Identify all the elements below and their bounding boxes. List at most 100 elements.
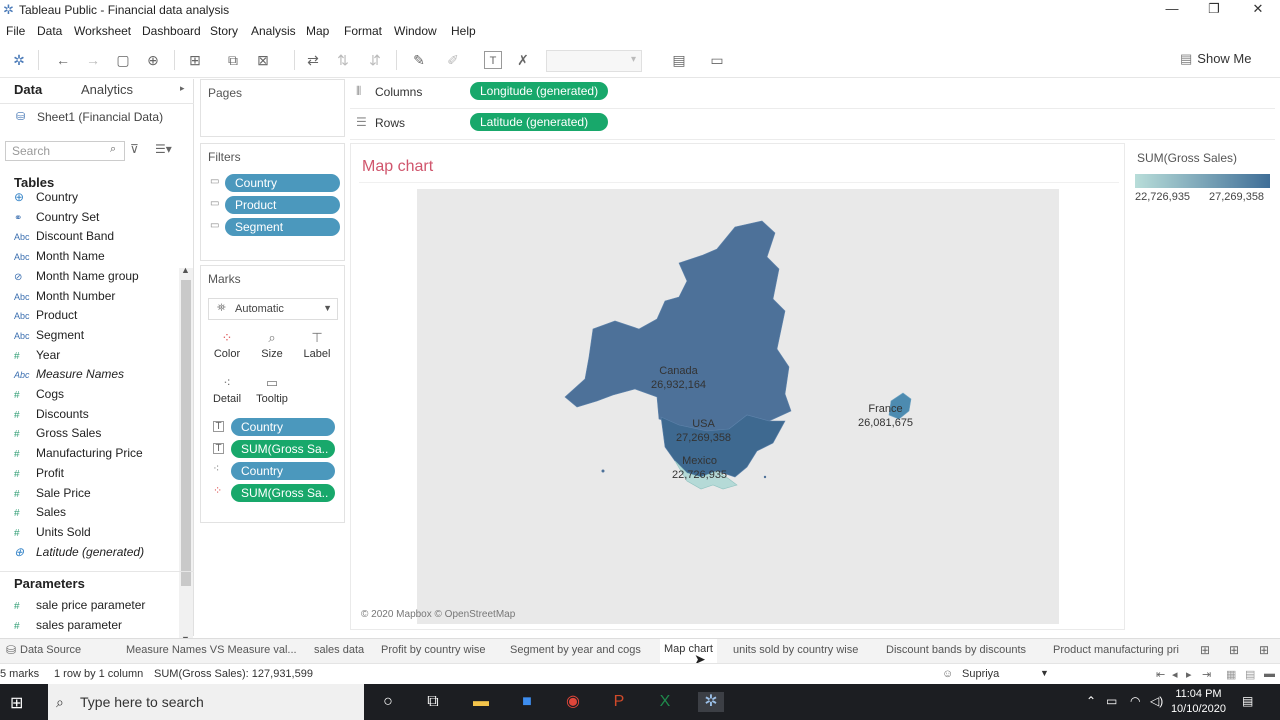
field-item[interactable]: # Cogs — [14, 387, 174, 405]
save-icon[interactable]: ▢ — [114, 51, 132, 69]
columns-shelf[interactable]: ⦀ Columns Longitude (generated) — [350, 79, 1275, 109]
film-strip-icon[interactable]: ▦ — [1226, 668, 1236, 681]
menu-analysis[interactable]: Analysis — [251, 24, 296, 38]
parameter-item[interactable]: # sales parameter — [14, 618, 174, 636]
sheet-sorter-icon[interactable]: ▤ — [1245, 668, 1255, 681]
tooltip-button[interactable]: ▭ Tooltip — [252, 375, 292, 405]
new-datasource-icon[interactable]: ⊕ — [144, 51, 162, 69]
menu-map[interactable]: Map — [306, 24, 329, 38]
zoom-icon[interactable]: ■ — [516, 692, 538, 712]
field-item[interactable]: # Year — [14, 348, 174, 366]
field-item[interactable]: Abc Product — [14, 308, 174, 326]
clock[interactable]: 11:04 PM 10/10/2020 — [1171, 687, 1226, 717]
group-icon[interactable]: ✐ — [444, 51, 462, 69]
map-attribution[interactable]: © 2020 Mapbox © OpenStreetMap — [361, 609, 515, 620]
filter-icon[interactable]: ⊽ — [130, 142, 139, 156]
field-item[interactable]: # Sales — [14, 505, 174, 523]
filters-card[interactable]: Filters ▭ Country ▭ Product ▭ Segment — [200, 143, 345, 261]
sheet-tab[interactable]: Product manufacturing pri — [1053, 644, 1189, 656]
duplicate-icon[interactable]: ⧉ — [224, 51, 242, 69]
new-worksheet-icon[interactable]: ⊞ — [186, 51, 204, 69]
field-item[interactable]: Abc Discount Band — [14, 229, 174, 247]
field-item[interactable]: # Sale Price — [14, 486, 174, 504]
search-input[interactable]: Search — [5, 141, 125, 161]
tableau-home-icon[interactable]: ✲ — [10, 51, 28, 69]
menu-data[interactable]: Data — [37, 24, 62, 38]
field-item[interactable]: Abc Segment — [14, 328, 174, 346]
swap-icon[interactable]: ⇄ — [304, 51, 322, 69]
mark-pill[interactable]: Country — [231, 418, 335, 436]
parameter-item[interactable]: # sale price parameter — [14, 598, 174, 616]
mark-type-dropdown[interactable]: ⛯ Automatic ▼ — [208, 298, 338, 320]
tab-data-source[interactable]: Data Source — [20, 644, 81, 656]
last-sheet-icon[interactable]: ⇥ — [1202, 668, 1211, 681]
new-worksheet-icon[interactable]: ⊞ — [1200, 643, 1210, 657]
rows-shelf[interactable]: ☰ Rows Latitude (generated) — [350, 110, 1275, 140]
field-item[interactable]: # Profit — [14, 466, 174, 484]
first-sheet-icon[interactable]: ⇤ — [1156, 668, 1165, 681]
viz-title[interactable]: Map chart — [362, 158, 433, 176]
menu-worksheet[interactable]: Worksheet — [74, 24, 131, 38]
view-options-icon[interactable]: ☰▾ — [155, 142, 172, 156]
sheet-tab[interactable]: Profit by country wise — [381, 644, 486, 656]
undo-icon[interactable]: ← — [54, 51, 72, 69]
chrome-icon[interactable]: ◉ — [562, 692, 584, 712]
sort-asc-icon[interactable]: ⇅ — [334, 51, 352, 69]
field-item[interactable]: ⊘ Month Name group — [14, 269, 174, 287]
mark-pill[interactable]: SUM(Gross Sa.. — [231, 484, 335, 502]
menu-window[interactable]: Window — [394, 24, 437, 38]
powerpoint-icon[interactable]: P — [608, 692, 630, 712]
field-item[interactable]: ⊕ Country — [14, 190, 174, 208]
field-item[interactable]: # Gross Sales — [14, 426, 174, 444]
wifi-icon[interactable]: ◠ — [1130, 694, 1140, 708]
menu-help[interactable]: Help — [451, 24, 476, 38]
pages-card[interactable]: Pages — [200, 79, 345, 137]
scrollbar-thumb[interactable] — [181, 280, 191, 586]
next-sheet-icon[interactable]: ▸ — [1186, 668, 1192, 681]
sort-desc-icon[interactable]: ⇵ — [366, 51, 384, 69]
menu-file[interactable]: File — [6, 24, 25, 38]
field-item[interactable]: ⊕ Latitude (generated) — [14, 545, 174, 563]
field-item[interactable]: Abc Month Name — [14, 249, 174, 267]
fix-axes-icon[interactable]: ✗ — [514, 51, 532, 69]
highlight-icon[interactable]: ✎ — [410, 51, 428, 69]
presentation-icon[interactable]: ▭ — [708, 51, 726, 69]
tabs-icon[interactable]: ▬ — [1264, 668, 1275, 680]
scrollbar[interactable]: ▲ ▼ — [179, 265, 193, 648]
network-icon[interactable]: ▭ — [1106, 694, 1117, 708]
show-labels-icon[interactable]: T — [484, 51, 502, 69]
sheet-tab[interactable]: sales data — [314, 644, 364, 656]
color-button[interactable]: ⁘ Color — [207, 330, 247, 360]
field-item[interactable]: Abc Month Number — [14, 289, 174, 307]
new-story-icon[interactable]: ⊞ — [1259, 643, 1269, 657]
sheet-tab[interactable]: Discount bands by discounts — [886, 644, 1026, 656]
show-cards-icon[interactable]: ▤ — [670, 51, 688, 69]
field-item[interactable]: # Units Sold — [14, 525, 174, 543]
volume-icon[interactable]: ◁) — [1150, 694, 1163, 708]
show-me-button[interactable]: ▤ Show Me — [1180, 51, 1252, 67]
menu-story[interactable]: Story — [210, 24, 238, 38]
filter-pill-product[interactable]: Product — [225, 196, 340, 214]
tab-data[interactable]: Data — [14, 82, 42, 97]
tab-analytics[interactable]: Analytics — [81, 82, 133, 97]
cortana-icon[interactable]: ○ — [377, 692, 399, 712]
mark-pill[interactable]: Country — [231, 462, 335, 480]
close-button[interactable]: ✕ — [1236, 0, 1280, 20]
windows-start-icon[interactable]: ⊞ — [10, 693, 23, 713]
scroll-up-icon[interactable]: ▲ — [181, 265, 190, 275]
clear-sheet-icon[interactable]: ⊠ — [254, 51, 272, 69]
datasource-name[interactable]: Sheet1 (Financial Data) — [37, 110, 163, 124]
restore-button[interactable]: ❐ — [1192, 0, 1236, 20]
mark-pill[interactable]: SUM(Gross Sa.. — [231, 440, 335, 458]
field-item[interactable]: # Discounts — [14, 407, 174, 425]
map-canvas[interactable] — [417, 189, 1059, 624]
detail-button[interactable]: ⁖ Detail — [207, 375, 247, 405]
sheet-tab[interactable]: Measure Names VS Measure val... — [126, 644, 297, 656]
field-item[interactable]: # Manufacturing Price — [14, 446, 174, 464]
sheet-tab[interactable]: Segment by year and cogs — [510, 644, 641, 656]
chevron-down-icon[interactable]: ▼ — [1040, 668, 1049, 678]
new-dashboard-icon[interactable]: ⊞ — [1229, 643, 1239, 657]
search-icon[interactable]: ⌕ — [110, 143, 116, 156]
field-item[interactable]: ⚭ Country Set — [14, 210, 174, 228]
menu-dashboard[interactable]: Dashboard — [142, 24, 201, 38]
